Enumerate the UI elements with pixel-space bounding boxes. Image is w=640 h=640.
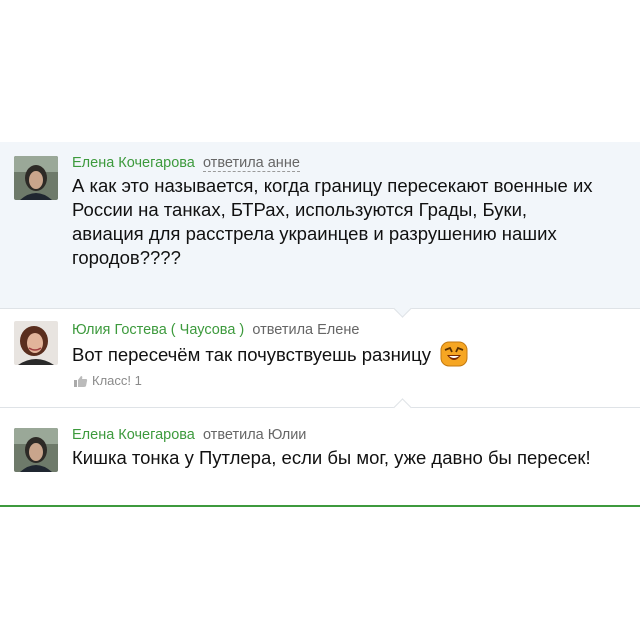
thumbs-up-icon (74, 375, 88, 387)
comment-text-line: России на танках, БТРах, используются Гр… (72, 199, 528, 220)
comment-meta: Елена Кочегарова ответила Юлии (72, 426, 640, 444)
laughing-emoji-icon (440, 341, 468, 367)
comment-text-line: Вот пересечём так почувствуешь разницу (72, 344, 431, 365)
comment-text-line: А как это называется, когда границу пере… (72, 175, 593, 196)
avatar[interactable] (14, 156, 58, 200)
comment-meta: Юлия Гостева ( Чаусова ) ответила Елене (72, 321, 640, 339)
comment-text: А как это называется, когда границу пере… (72, 174, 640, 270)
comment-text-line: авиация для расстрела украинцев и разруш… (72, 223, 557, 244)
comment-text-line: Кишка тонка у Путлера, если бы мог, уже … (72, 447, 591, 468)
avatar[interactable] (14, 321, 58, 365)
comment-item: Юлия Гостева ( Чаусова ) ответила Елене … (0, 309, 640, 407)
author-name-link[interactable]: Юлия Гостева ( Чаусова ) (72, 322, 244, 338)
reply-to-link[interactable]: ответила анне (202, 155, 300, 172)
like-count-label: Класс! 1 (92, 373, 142, 388)
comment-thread: Елена Кочегарова ответила анне А как это… (0, 142, 640, 498)
author-name-link[interactable]: Елена Кочегарова (72, 155, 195, 171)
comment-text: Кишка тонка у Путлера, если бы мог, уже … (72, 446, 640, 470)
class-like-button[interactable]: Класс! 1 (72, 373, 640, 388)
comment-text: Вот пересечём так почувствуешь разницу (72, 341, 640, 367)
reply-to-link[interactable]: ответила Юлии (203, 427, 306, 443)
comment-item: Елена Кочегарова ответила Юлии Кишка тон… (0, 408, 640, 498)
comment-meta: Елена Кочегарова ответила анне (72, 154, 640, 172)
reply-to-link[interactable]: ответила Елене (252, 322, 359, 338)
comment-text-line: городов???? (72, 247, 181, 268)
bottom-divider (0, 505, 640, 507)
avatar[interactable] (14, 428, 58, 472)
author-name-link[interactable]: Елена Кочегарова (72, 427, 195, 443)
comment-item: Елена Кочегарова ответила анне А как это… (0, 142, 640, 308)
